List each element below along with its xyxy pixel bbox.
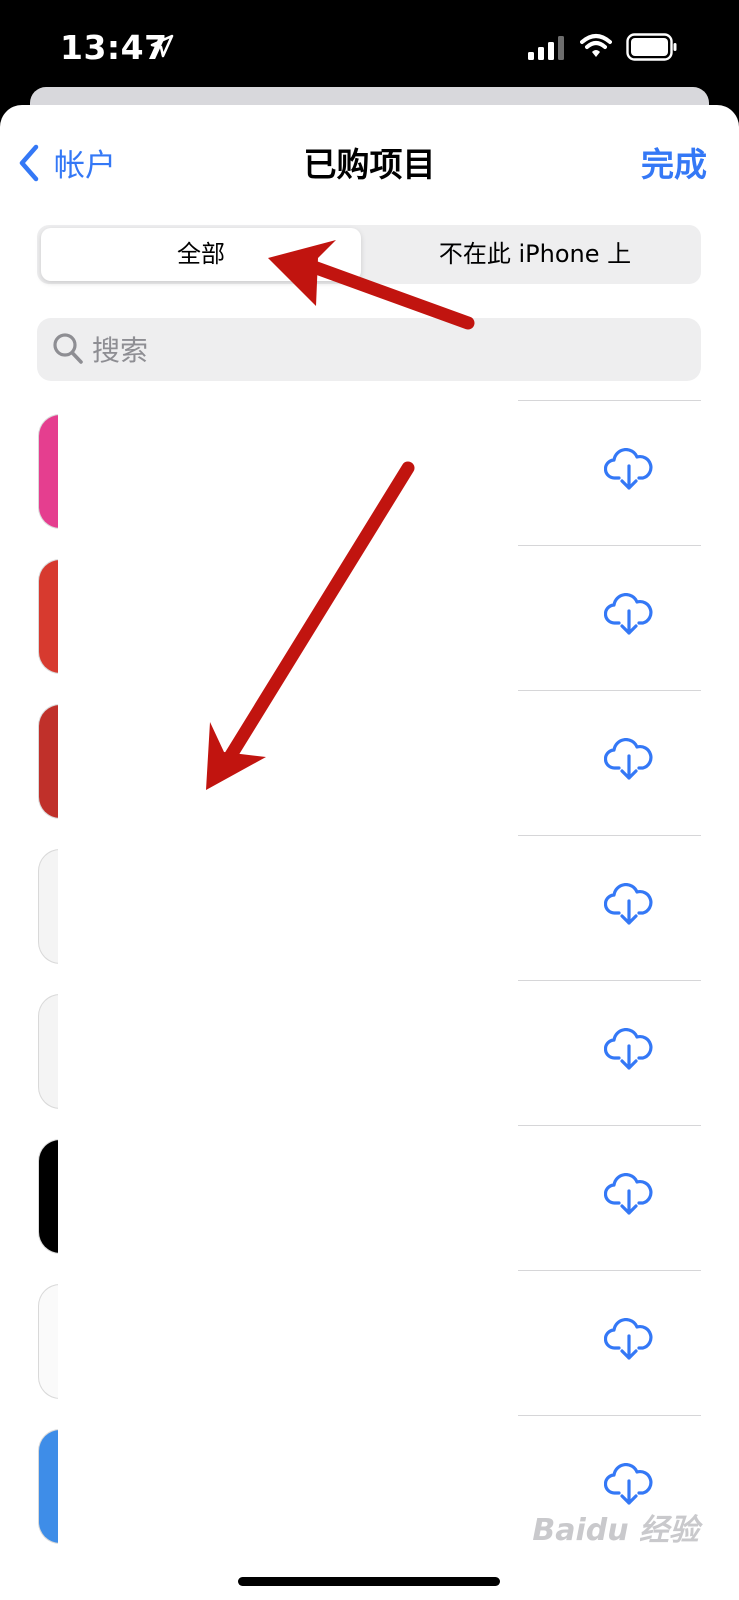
home-indicator — [238, 1577, 500, 1586]
annotation-arrows — [206, 240, 475, 790]
annotation-arrow-segment — [268, 240, 475, 330]
watermark: Baidu 经验 — [532, 1513, 699, 1548]
annotation-arrow-list — [206, 461, 415, 790]
